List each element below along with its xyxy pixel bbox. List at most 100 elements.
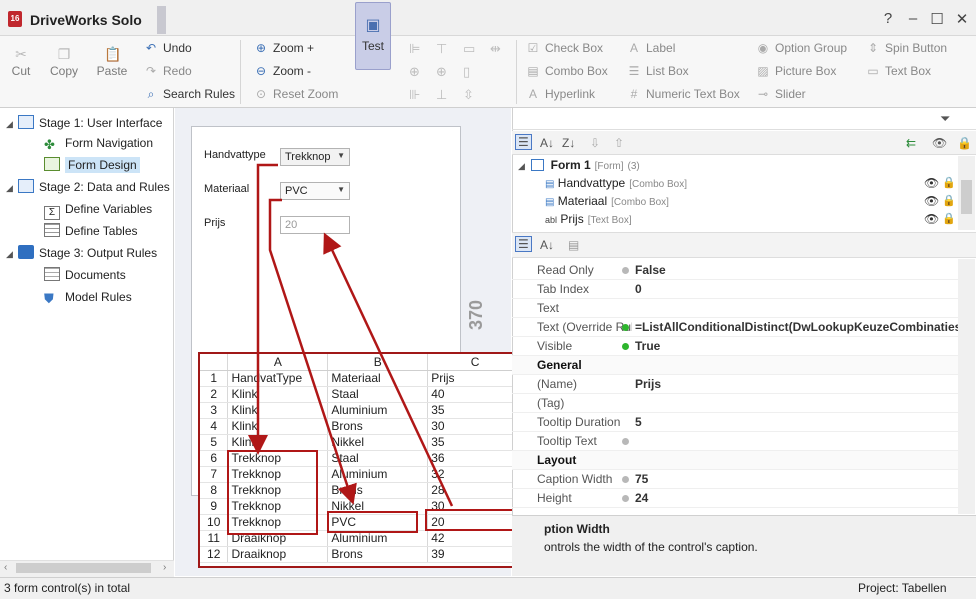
property-row[interactable]: Read Only False [512,261,958,280]
paste-button[interactable]: 📋 Paste [96,46,128,78]
lock-icon[interactable]: 🔒 [942,194,956,207]
sort-descending-icon[interactable]: Z↓ [562,136,575,150]
list-box-tool[interactable]: ☰ List Box [626,64,689,78]
test-button[interactable]: ▣ Test [355,2,391,70]
align-middle-icon[interactable]: ⊕ [436,64,447,80]
property-category[interactable]: Layout [512,451,958,470]
lock-icon[interactable]: 🔒 [957,136,972,150]
copy-button[interactable]: ❐ Copy [48,46,80,78]
materiaal-combo-box[interactable]: PVC ▼ [280,182,350,200]
collapse-icon[interactable]: ◢ [6,243,18,265]
property-value[interactable]: False [635,261,666,280]
rule-indicator-icon[interactable] [622,343,629,350]
property-value[interactable]: 24 [635,489,648,508]
sort-alphabetical-icon[interactable]: A↓ [540,238,554,252]
property-value[interactable]: 0 [635,280,642,299]
property-value[interactable]: True [635,337,660,356]
tree-item-model-rules[interactable]: ⛊ Model Rules [44,286,132,308]
collapse-icon[interactable]: ◢ [6,177,18,199]
tree-item-documents[interactable]: Documents [44,264,126,286]
property-value[interactable]: Prijs [635,375,661,394]
property-pages-icon[interactable]: ▤ [568,238,579,252]
tree-item-form-navigation[interactable]: ✤ Form Navigation [44,132,153,154]
rule-indicator-icon[interactable] [622,495,629,502]
search-rules-button[interactable]: ⌕ Search Rules [143,87,235,102]
categorized-view-icon[interactable]: ☰ [515,236,532,252]
spin-button-tool[interactable]: ⇕ Spin Button [865,41,947,55]
tree-scroll-thumb[interactable] [16,563,151,573]
control-tree-item[interactable]: ▤ Materiaal [Combo Box] [545,192,669,210]
control-tree-form[interactable]: ◢ Form 1 [Form] (3) [518,156,640,174]
align-left-icon[interactable]: ⊫ [409,41,420,57]
property-row[interactable]: Tooltip Text [512,432,958,451]
collapse-all-icon[interactable]: ⇇ [906,136,916,150]
cut-button[interactable]: ✂ Cut [8,46,34,78]
property-row[interactable]: Visible True [512,337,958,356]
space-horizontal-icon[interactable]: ⇹ [490,41,501,57]
visibility-icon[interactable]: 👁 [924,194,939,208]
same-height-icon[interactable]: ▯ [463,64,470,80]
rule-indicator-icon[interactable] [622,438,629,445]
tree-item-define-variables[interactable]: Σ Define Variables [44,198,152,220]
lock-icon[interactable]: 🔒 [942,212,956,225]
property-value[interactable]: =ListAllConditionalDistinct(DwLookupKeuz… [635,318,971,337]
space-vertical-icon[interactable]: ⇳ [463,87,474,103]
zoom-in-button[interactable]: ⊕ Zoom + [253,41,314,55]
visibility-icon[interactable]: 👁 [924,176,939,190]
property-row[interactable]: Text [512,299,958,318]
zoom-out-button[interactable]: ⊖ Zoom - [253,64,311,78]
property-row[interactable]: (Name) Prijs [512,375,958,394]
property-row[interactable]: Height 24 [512,489,958,508]
handvattype-combo-box[interactable]: Trekknop ▼ [280,148,350,166]
lock-icon[interactable]: 🔒 [942,176,956,189]
property-row[interactable]: Text (Override Rule)=ListAllConditionalD… [512,318,971,337]
combo-box-tool[interactable]: ▤ Combo Box [525,64,607,78]
label-tool[interactable]: A Label [626,41,675,55]
control-tree-scrollbar[interactable] [958,156,975,230]
slider-tool[interactable]: ⊸ Slider [755,87,806,101]
collapse-icon[interactable]: ◢ [518,161,525,171]
option-group-tool[interactable]: ◉ Option Group [755,41,847,55]
property-row[interactable]: (Tag) [512,394,958,413]
undo-button[interactable]: ↶ Undo [143,41,192,55]
help-button[interactable]: ? [878,10,898,27]
tree-item-form-design[interactable]: Form Design [44,154,140,176]
control-tree-item[interactable]: abl Prijs [Text Box] [545,210,632,228]
sort-ascending-icon[interactable]: A↓ [540,136,554,150]
same-width-icon[interactable]: ▭ [463,41,475,57]
property-grid-scrollbar[interactable] [958,259,975,514]
visibility-icon[interactable]: 👁 [924,212,939,226]
property-row[interactable]: Tab Index 0 [512,280,958,299]
rule-indicator-icon[interactable] [622,267,629,274]
numeric-text-box-tool[interactable]: # Numeric Text Box [626,87,740,101]
scroll-left-icon[interactable]: ‹ [4,562,7,573]
collapse-icon[interactable]: ◢ [6,113,18,135]
rule-indicator-icon[interactable] [622,476,629,483]
move-down-icon[interactable]: ⇩ [590,136,600,150]
hyperlink-tool[interactable]: A Hyperlink [525,87,595,101]
scroll-thumb[interactable] [961,180,972,214]
tree-item-stage2[interactable]: ◢ Stage 2: Data and Rules [6,176,170,198]
minimize-button[interactable]: – [903,10,923,27]
check-box-tool[interactable]: ☑ Check Box [525,41,603,55]
filter-icon[interactable]: ⏷ [940,111,950,127]
tree-item-define-tables[interactable]: Define Tables [44,220,138,242]
prijs-text-box[interactable]: 20 [280,216,350,234]
categorized-view-icon[interactable]: ☰ [515,134,532,150]
property-row[interactable]: Tooltip Duration 5 [512,413,958,432]
tree-item-stage3[interactable]: ◢ Stage 3: Output Rules [6,242,157,264]
move-up-icon[interactable]: ⇧ [614,136,624,150]
reset-zoom-button[interactable]: ⊙ Reset Zoom [253,87,338,101]
redo-button[interactable]: ↷ Redo [143,64,192,78]
property-category[interactable]: General [512,356,958,375]
align-right-icon[interactable]: ⊪ [409,87,420,103]
align-top-icon[interactable]: ⊤ [436,41,447,57]
rule-indicator-icon[interactable] [622,324,629,331]
tree-item-stage1[interactable]: ◢ Stage 1: User Interface [6,112,162,134]
close-button[interactable]: ✕ [952,10,972,28]
picture-box-tool[interactable]: ▨ Picture Box [755,64,836,78]
maximize-button[interactable]: ☐ [927,10,947,28]
control-tree-item[interactable]: ▤ Handvattype [Combo Box] [545,174,687,192]
property-value[interactable]: 5 [635,413,642,432]
scroll-right-icon[interactable]: › [163,562,166,573]
